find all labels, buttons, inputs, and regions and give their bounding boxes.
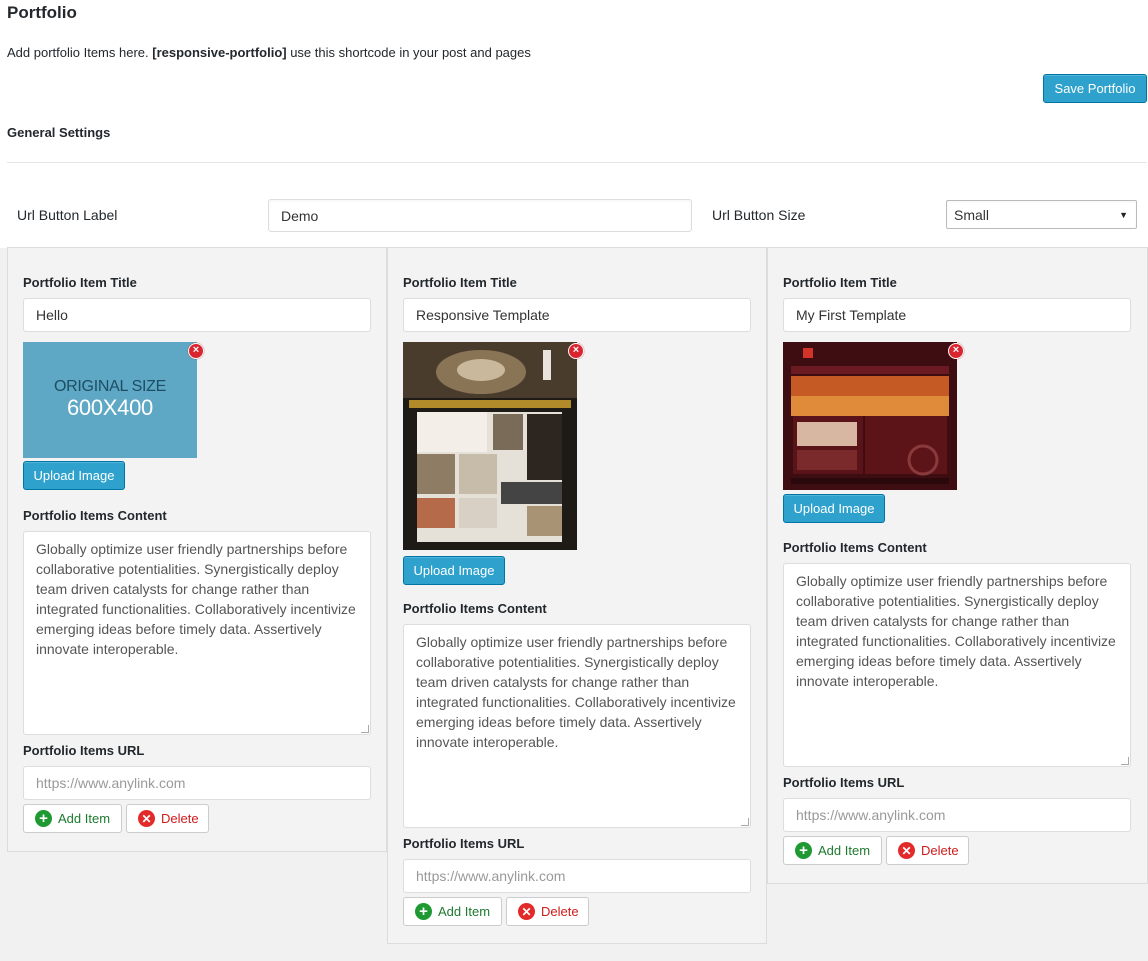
page-title: Portfolio	[7, 3, 77, 22]
portfolio-item-card: Portfolio Item Title My First Template ×…	[767, 247, 1148, 884]
shortcode-text: [responsive-portfolio]	[152, 45, 287, 60]
content-textarea[interactable]: Globally optimize user friendly partners…	[783, 563, 1131, 767]
item-image: ORIGINAL SIZE 600X400	[23, 342, 197, 458]
url-button-label-input[interactable]: Demo	[268, 199, 692, 232]
item-title-input[interactable]: Responsive Template	[403, 298, 751, 332]
content-text: Globally optimize user friendly partners…	[416, 634, 736, 750]
url-label: Portfolio Items URL	[23, 743, 145, 758]
template-screenshot	[403, 342, 577, 550]
delete-button[interactable]: ✕ Delete	[886, 836, 969, 865]
close-icon: ✕	[518, 903, 535, 920]
chevron-down-icon: ▼	[1119, 209, 1128, 220]
divider	[7, 162, 1147, 163]
url-button-label-caption: Url Button Label	[17, 207, 118, 223]
url-label: Portfolio Items URL	[783, 775, 905, 790]
content-label: Portfolio Items Content	[783, 540, 927, 555]
item-image	[403, 342, 577, 550]
item-title-label: Portfolio Item Title	[403, 275, 517, 290]
content-label: Portfolio Items Content	[403, 601, 547, 616]
general-settings-title: General Settings	[7, 125, 111, 140]
delete-button[interactable]: ✕ Delete	[506, 897, 589, 926]
item-title-label: Portfolio Item Title	[783, 275, 897, 290]
add-item-button[interactable]: + Add Item	[403, 897, 502, 926]
url-input[interactable]: https://www.anylink.com	[403, 859, 751, 893]
add-item-button[interactable]: + Add Item	[783, 836, 882, 865]
delete-label: Delete	[161, 811, 199, 826]
template-screenshot	[783, 342, 957, 490]
intro-text: Add portfolio Items here. [responsive-po…	[7, 45, 531, 60]
url-input[interactable]: https://www.anylink.com	[23, 766, 371, 800]
content-textarea[interactable]: Globally optimize user friendly partners…	[403, 624, 751, 828]
close-icon: ✕	[138, 810, 155, 827]
content-text: Globally optimize user friendly partners…	[36, 541, 356, 657]
save-portfolio-button[interactable]: Save Portfolio	[1043, 74, 1147, 103]
url-input[interactable]: https://www.anylink.com	[783, 798, 1131, 832]
delete-label: Delete	[921, 843, 959, 858]
url-button-size-caption: Url Button Size	[712, 207, 806, 223]
item-image	[783, 342, 957, 490]
plus-icon: +	[795, 842, 812, 859]
delete-button[interactable]: ✕ Delete	[126, 804, 209, 833]
close-icon: ✕	[898, 842, 915, 859]
content-text: Globally optimize user friendly partners…	[796, 573, 1116, 689]
remove-image-icon[interactable]: ×	[188, 343, 204, 359]
image-caption-2: 600X400	[67, 395, 153, 420]
add-item-label: Add Item	[818, 843, 871, 858]
resize-handle-icon[interactable]	[361, 725, 369, 733]
intro-prefix: Add portfolio Items here.	[7, 45, 153, 60]
intro-suffix: use this shortcode in your post and page…	[286, 45, 531, 60]
top-section: Portfolio Add portfolio Items here. [res…	[0, 0, 1148, 248]
upload-image-button[interactable]: Upload Image	[403, 556, 505, 585]
add-item-button[interactable]: + Add Item	[23, 804, 122, 833]
upload-image-button[interactable]: Upload Image	[783, 494, 885, 523]
remove-image-icon[interactable]: ×	[948, 343, 964, 359]
url-label: Portfolio Items URL	[403, 836, 525, 851]
item-title-label: Portfolio Item Title	[23, 275, 137, 290]
content-textarea[interactable]: Globally optimize user friendly partners…	[23, 531, 371, 735]
add-item-label: Add Item	[58, 811, 111, 826]
item-title-input[interactable]: Hello	[23, 298, 371, 332]
upload-image-button[interactable]: Upload Image	[23, 461, 125, 490]
plus-icon: +	[415, 903, 432, 920]
url-button-size-select[interactable]: Small ▼	[946, 200, 1137, 229]
remove-image-icon[interactable]: ×	[568, 343, 584, 359]
delete-label: Delete	[541, 904, 579, 919]
url-button-size-value: Small	[954, 206, 990, 223]
plus-icon: +	[35, 810, 52, 827]
add-item-label: Add Item	[438, 904, 491, 919]
portfolio-item-card: Portfolio Item Title Hello ORIGINAL SIZE…	[7, 247, 387, 852]
resize-handle-icon[interactable]	[741, 818, 749, 826]
resize-handle-icon[interactable]	[1121, 757, 1129, 765]
content-label: Portfolio Items Content	[23, 508, 167, 523]
image-caption-1: ORIGINAL SIZE	[54, 378, 166, 395]
item-title-input[interactable]: My First Template	[783, 298, 1131, 332]
portfolio-item-card: Portfolio Item Title Responsive Template…	[387, 247, 767, 944]
